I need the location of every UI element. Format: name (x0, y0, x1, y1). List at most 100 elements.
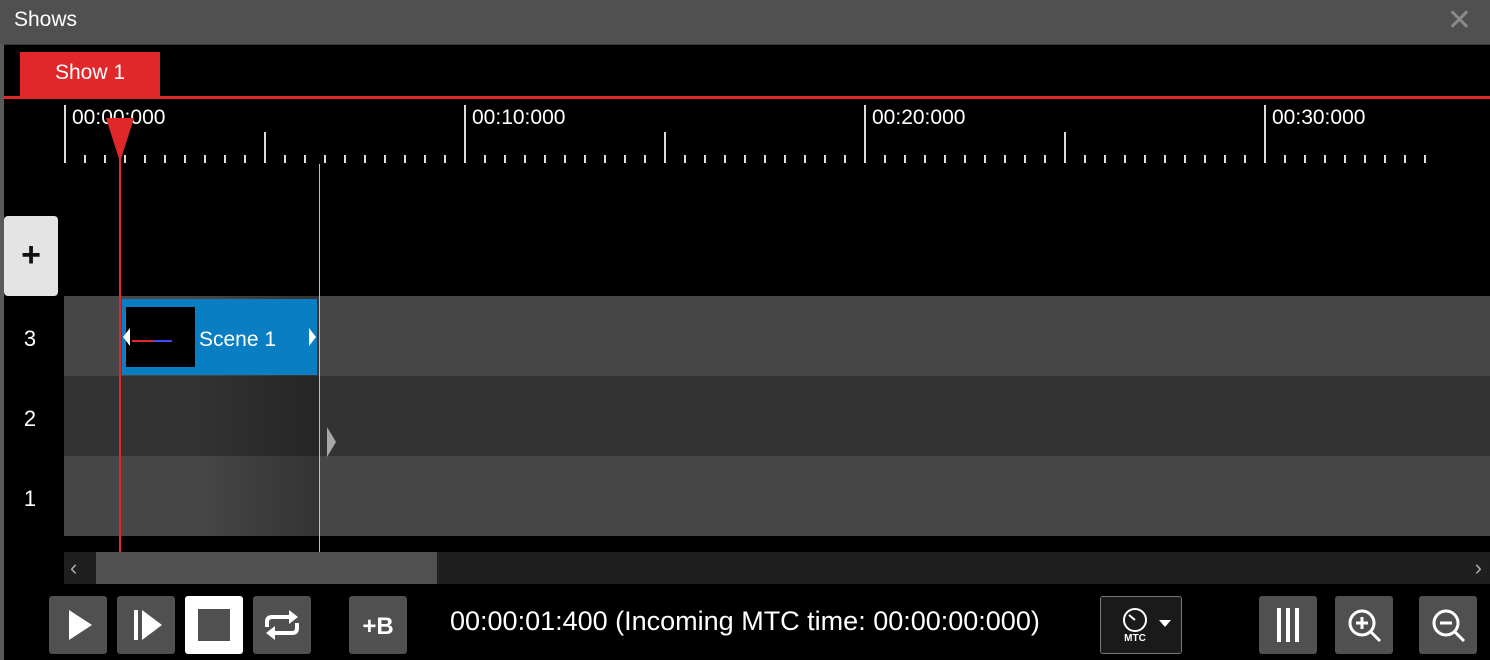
ruler-tick-minor (704, 155, 706, 163)
thumb-line-red (132, 340, 156, 342)
play-button[interactable] (49, 596, 107, 654)
ruler-tick-minor (724, 155, 726, 163)
columns-icon (1277, 608, 1299, 642)
ruler-tick-minor (564, 155, 566, 163)
ruler-tick-minor (424, 155, 426, 163)
clip-thumbnail (126, 307, 195, 367)
ruler-tick-minor (584, 155, 586, 163)
ruler-tick-minor (1164, 155, 1166, 163)
ruler-tick-minor (544, 155, 546, 163)
ruler-tick-minor (324, 155, 326, 163)
ruler-tick-minor (344, 155, 346, 163)
scroll-right-icon[interactable]: › (1475, 555, 1482, 581)
svg-text:MTC: MTC (1124, 633, 1146, 644)
ruler-tick-minor (844, 155, 846, 163)
mtc-clock-icon: MTC (1123, 608, 1171, 644)
ruler-tick-minor (624, 155, 626, 163)
columns-view-button[interactable] (1259, 596, 1317, 654)
shows-window: Shows ✕ Show 1 00:00:000 00:10:000 00:20… (0, 0, 1490, 660)
ruler-tick-minor (684, 155, 686, 163)
add-track-button[interactable]: + (4, 216, 58, 296)
ruler-tick-minor (1384, 155, 1386, 163)
ruler-tick-minor (204, 155, 206, 163)
close-icon[interactable]: ✕ (1447, 6, 1472, 36)
ruler-tick-minor (1344, 155, 1346, 163)
ruler-tick-minor (984, 155, 986, 163)
scrollbar-thumb[interactable] (96, 552, 437, 584)
ruler-tick-minor (144, 155, 146, 163)
zoom-out-icon (1432, 609, 1466, 643)
track-number-3: 3 (23, 326, 37, 351)
ruler-tick-minor (1404, 155, 1406, 163)
ruler-tick-minor (164, 155, 166, 163)
tab-label: Show 1 (54, 61, 126, 84)
stop-icon (198, 609, 230, 641)
ruler-tick-minor (1324, 155, 1326, 163)
ruler-tick-minor (1364, 155, 1366, 163)
ruler-tick-minor (1024, 155, 1026, 163)
track-shade (194, 376, 320, 456)
ruler-tick-mid (664, 132, 666, 163)
ruler-tick-minor (1224, 155, 1226, 163)
ruler-tick-minor (644, 155, 646, 163)
ruler-tick-major (464, 105, 466, 163)
ruler-tick-minor (284, 155, 286, 163)
track-shade (194, 456, 320, 536)
add-blackout-button[interactable]: +B (349, 596, 407, 654)
window-title: Shows (14, 8, 78, 31)
scroll-left-icon[interactable]: ‹ (70, 555, 77, 581)
ruler-tick-minor (244, 155, 246, 163)
track-number-1: 1 (23, 486, 37, 511)
ruler-label-20: 00:20:000 (872, 106, 966, 129)
ruler-tick-minor (1044, 155, 1046, 163)
ruler-tick-minor (224, 155, 226, 163)
ruler-tick-major (864, 105, 866, 163)
zoom-in-button[interactable] (1335, 596, 1393, 654)
window-left-border (0, 44, 4, 660)
scene-clip[interactable]: Scene 1 (122, 299, 317, 375)
ruler-tick-minor (824, 155, 826, 163)
ruler-tick-minor (444, 155, 446, 163)
track-row[interactable] (64, 376, 1490, 456)
ruler-tick-minor (884, 155, 886, 163)
step-play-button[interactable] (117, 596, 175, 654)
tab-show-1[interactable]: Show 1 (20, 52, 160, 96)
time-readout: 00:00:01:400 (Incoming MTC time: 00:00:0… (450, 606, 1040, 636)
ruler-tick-minor (404, 155, 406, 163)
horizontal-scrollbar[interactable]: ‹ › (64, 552, 1490, 584)
clip-label: Scene 1 (199, 328, 277, 351)
ruler-tick-minor (1184, 155, 1186, 163)
ruler-tick-minor (364, 155, 366, 163)
thumb-line-blue (154, 340, 172, 342)
ruler-tick-minor (764, 155, 766, 163)
clip-trim-right-handle[interactable] (309, 328, 316, 346)
ruler-tick-minor (304, 155, 306, 163)
chevron-down-icon (1159, 620, 1171, 627)
title-bar: Shows ✕ (0, 0, 1490, 45)
stop-button[interactable] (185, 596, 243, 654)
ruler-tick-minor (924, 155, 926, 163)
ruler-tick-minor (384, 155, 386, 163)
loop-icon (265, 610, 299, 640)
loop-button[interactable] (253, 596, 311, 654)
show-end-marker[interactable] (327, 427, 336, 457)
add-blackout-icon: +B (362, 613, 393, 640)
playhead-handle[interactable] (106, 118, 134, 162)
timeline-ruler[interactable]: 00:00:000 00:10:000 00:20:000 00:30:000 (64, 100, 1490, 165)
tab-underline (4, 96, 1490, 99)
ruler-tick-minor (904, 155, 906, 163)
ruler-tick-minor (1204, 155, 1206, 163)
ruler-tick-minor (1284, 155, 1286, 163)
zoom-in-icon (1348, 609, 1382, 643)
ruler-tick-minor (1304, 155, 1306, 163)
ruler-tick-major (64, 105, 66, 163)
ruler-tick-minor (1084, 155, 1086, 163)
clip-trim-left-handle[interactable] (123, 328, 130, 346)
ruler-tick-minor (944, 155, 946, 163)
timecode-sync-dropdown[interactable]: MTC (1100, 596, 1182, 654)
track-row[interactable] (64, 456, 1490, 536)
show-end-line (319, 164, 320, 552)
ruler-tick-minor (1104, 155, 1106, 163)
zoom-out-button[interactable] (1419, 596, 1477, 654)
ruler-tick-major (1264, 105, 1266, 163)
